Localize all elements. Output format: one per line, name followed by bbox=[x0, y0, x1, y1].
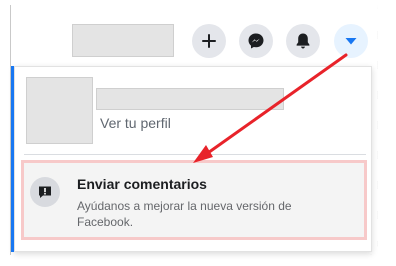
account-menu-button[interactable] bbox=[334, 24, 368, 58]
caret-down-icon bbox=[345, 38, 357, 45]
notifications-button[interactable] bbox=[286, 24, 320, 58]
messenger-button[interactable] bbox=[239, 24, 273, 58]
redacted-profile-name[interactable] bbox=[96, 88, 284, 110]
send-feedback-description: Ayúdanos a mejorar la nueva versión de F… bbox=[77, 199, 292, 229]
redacted-profile-avatar[interactable] bbox=[26, 77, 93, 144]
plus-icon bbox=[202, 34, 216, 48]
redacted-search-box[interactable] bbox=[72, 24, 174, 57]
bell-icon bbox=[296, 33, 310, 49]
screenshot-canvas: Ver tu perfil Enviar comentarios Ayúdano… bbox=[0, 0, 396, 266]
view-profile-link[interactable]: Ver tu perfil bbox=[100, 115, 171, 131]
menu-divider bbox=[24, 154, 366, 155]
left-accent-stripe bbox=[11, 66, 14, 252]
send-feedback-title: Enviar comentarios bbox=[77, 176, 207, 192]
create-button[interactable] bbox=[192, 24, 226, 58]
feedback-exclamation-icon bbox=[30, 177, 60, 207]
messenger-icon bbox=[248, 33, 264, 49]
